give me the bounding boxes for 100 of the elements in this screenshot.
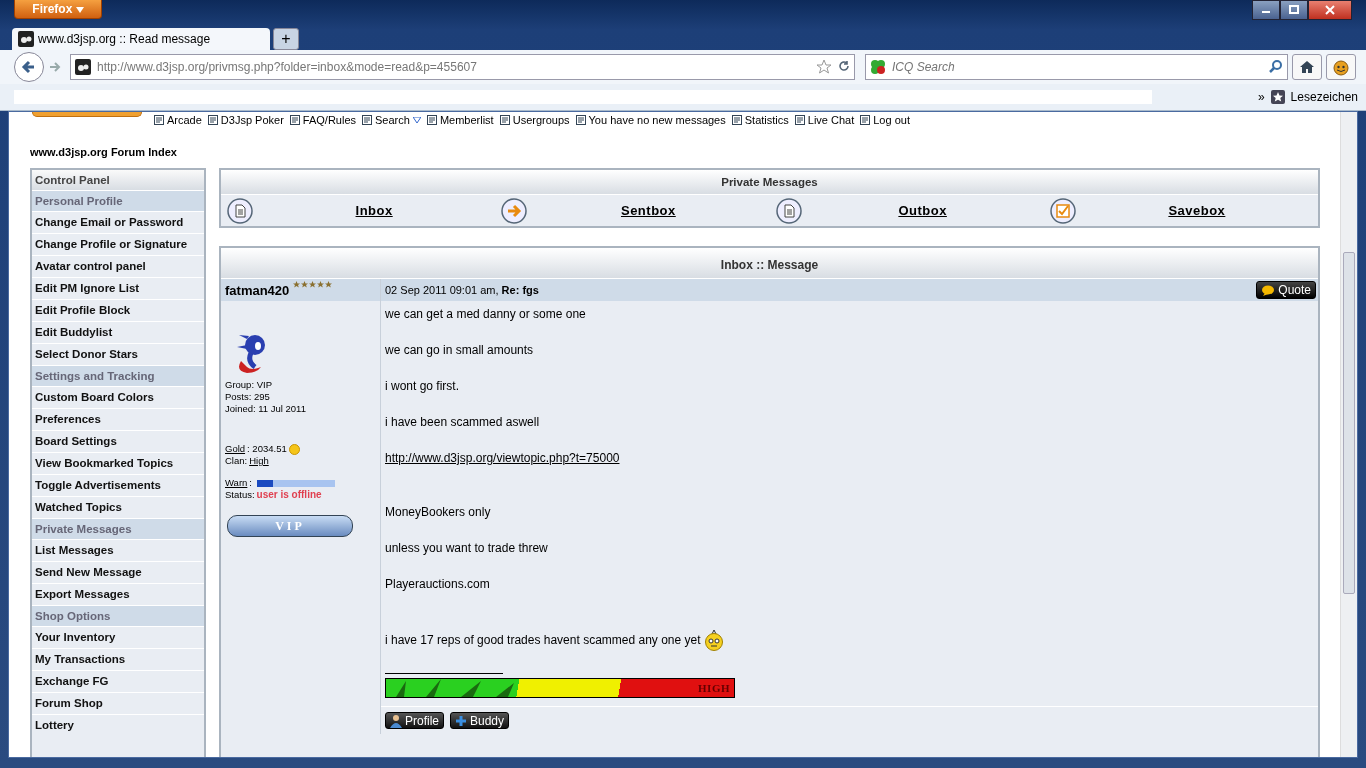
nav-link[interactable]: Search <box>362 114 421 126</box>
minimize-icon[interactable] <box>1252 0 1280 20</box>
section-heading: Private Messages <box>32 518 204 539</box>
sidebar-item[interactable]: Your Inventory <box>32 626 204 648</box>
document-icon <box>227 197 253 224</box>
list-icon <box>860 115 871 125</box>
quote-button[interactable]: Quote <box>1256 281 1316 299</box>
site-icon <box>18 31 34 47</box>
sidebar-item[interactable]: Custom Board Colors <box>32 386 204 408</box>
person-icon <box>390 713 402 728</box>
sidebar-item[interactable]: Lottery <box>32 714 204 736</box>
nav-link[interactable]: You have no new messages <box>575 114 726 126</box>
sidebar-item[interactable]: View Bookmarked Topics <box>32 452 204 474</box>
folder-link[interactable]: Outbox <box>801 203 1044 218</box>
message-line: i wont go first. <box>385 378 461 395</box>
section-heading: Settings and Tracking <box>32 365 204 386</box>
clan-link[interactable]: High <box>249 455 269 467</box>
speech-bubble-icon <box>1261 284 1276 296</box>
list-icon <box>362 115 373 125</box>
message-line: we can go in small amounts <box>385 342 535 359</box>
sidebar-item[interactable]: Toggle Advertisements <box>32 474 204 496</box>
list-icon <box>575 115 586 125</box>
list-icon <box>499 115 510 125</box>
smiley-face-icon[interactable] <box>1326 54 1356 80</box>
close-icon[interactable] <box>1308 0 1352 20</box>
bookmarks-button[interactable]: Lesezeichen <box>1290 90 1358 104</box>
user-info: Joined: 11 Jul 2011 <box>225 403 307 415</box>
list-icon <box>426 115 437 125</box>
message-line: Playerauctions.com <box>385 576 491 593</box>
home-icon[interactable] <box>1292 54 1322 80</box>
sidebar-item[interactable]: Edit PM Ignore List <box>32 277 204 299</box>
folder-link[interactable]: Sentbox <box>527 203 770 218</box>
message-line: MoneyBookers only <box>385 504 492 521</box>
nav-link[interactable]: Usergroups <box>499 114 570 126</box>
box-title: Inbox :: Message <box>221 248 1318 279</box>
sidebar-item[interactable]: My Transactions <box>32 648 204 670</box>
back-icon[interactable] <box>14 52 44 82</box>
address-field[interactable]: http://www.d3jsp.org/privmsg.php?folder=inbox&mode=read&p=455607 <box>70 54 855 80</box>
user-info: Posts: 295 <box>225 391 271 403</box>
panel-title: Control Panel <box>32 170 204 190</box>
box-title: Private Messages <box>221 170 1318 195</box>
folder-link[interactable]: Inbox <box>253 203 496 218</box>
user-info: Group: VIP <box>225 379 273 391</box>
nav-link[interactable]: Arcade <box>154 114 202 126</box>
smiley-icon <box>703 629 724 651</box>
clan-label: Clan: <box>225 455 248 467</box>
scrollbar[interactable] <box>1340 112 1357 757</box>
checkbox-icon <box>1049 197 1076 224</box>
message-line: i have been scammed aswell <box>385 414 541 431</box>
coin-icon <box>288 443 300 455</box>
list-icon <box>154 115 164 125</box>
sidebar-item[interactable]: Preferences <box>32 408 204 430</box>
rank-badge: VIP <box>227 515 353 537</box>
warn-separator: : <box>249 477 252 489</box>
profile-button[interactable]: Profile <box>385 712 444 729</box>
nav-link[interactable]: FAQ/Rules <box>289 114 357 126</box>
sidebar-item[interactable]: Exchange FG <box>32 670 204 692</box>
browser-tab[interactable]: www.d3jsp.org :: Read message <box>12 28 270 50</box>
search-bar[interactable]: ICQ Search <box>865 54 1288 80</box>
message-line: i have 17 reps of good trades havent scammed any one yet <box>385 632 701 649</box>
status-label: Status: <box>225 489 255 501</box>
sidebar-item[interactable]: List Messages <box>32 539 204 561</box>
sidebar-item[interactable]: Avatar control panel <box>32 255 204 277</box>
sidebar-item[interactable]: Send New Message <box>32 561 204 583</box>
section-heading: Shop Options <box>32 605 204 626</box>
maximize-icon[interactable] <box>1280 0 1308 20</box>
new-tab-button[interactable]: + <box>273 28 299 50</box>
clover-icon[interactable] <box>870 59 886 75</box>
breadcrumb-link[interactable]: www.d3jsp.org Forum Index <box>30 146 1320 162</box>
nav-link[interactable]: Statistics <box>731 114 789 126</box>
nav-link[interactable]: Log out <box>860 114 910 126</box>
plus-icon <box>455 714 467 727</box>
sidebar-item[interactable]: Edit Profile Block <box>32 299 204 321</box>
folder-link[interactable]: Savebox <box>1075 203 1318 218</box>
sidebar-item[interactable]: Board Settings <box>32 430 204 452</box>
star-icon[interactable] <box>816 59 832 75</box>
list-icon <box>731 115 742 125</box>
nav-link[interactable]: Live Chat <box>794 114 855 126</box>
warn-link[interactable]: Warn <box>225 477 248 489</box>
site-icon <box>75 59 91 75</box>
bookmark-star-icon <box>1270 90 1285 104</box>
list-icon <box>207 115 218 125</box>
currency-link[interactable]: Gold <box>225 443 246 455</box>
bookmarks-overflow-button[interactable]: » <box>1257 90 1265 104</box>
message-link[interactable]: http://www.d3jsp.org/viewtopic.php?t=75000 <box>385 449 620 467</box>
signature-banner: HIGH <box>385 678 735 698</box>
status-text: user is offline <box>256 489 322 501</box>
message-line: unless you want to trade threw <box>385 540 549 557</box>
document-icon <box>775 197 802 224</box>
sidebar-item[interactable]: Change Email or Password <box>32 211 204 233</box>
section-heading: Personal Profile <box>32 190 204 211</box>
post-header: 02 Sep 2011 09:01 am, Re: fgs <box>385 284 539 296</box>
sidebar-item[interactable]: Forum Shop <box>32 692 204 714</box>
nav-link[interactable]: Memberlist <box>426 114 494 126</box>
nav-link[interactable]: D3Jsp Poker <box>207 114 284 126</box>
sidebar-item[interactable]: Edit Buddylist <box>32 321 204 343</box>
message-line: we can get a med danny or some one <box>385 306 587 323</box>
list-icon <box>289 115 300 125</box>
buddy-button[interactable]: Buddy <box>450 712 510 729</box>
sidebar-item[interactable]: Change Profile or Signature <box>32 233 204 255</box>
